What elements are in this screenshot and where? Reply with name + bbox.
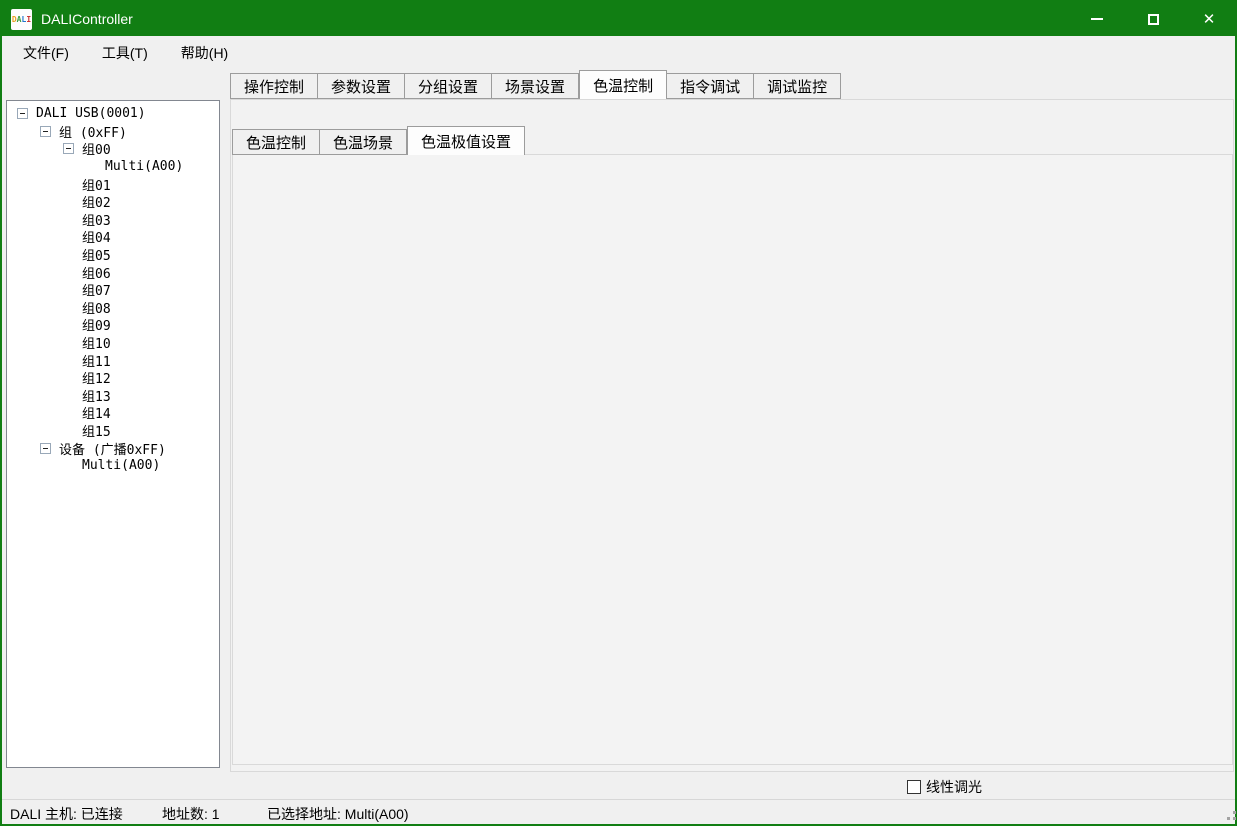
tab-参数设置[interactable]: 参数设置 bbox=[318, 73, 405, 99]
minimize-icon bbox=[1091, 18, 1103, 20]
linear-dimming-checkbox[interactable]: 线性调光 bbox=[907, 777, 982, 797]
tree-item-label: 组14 bbox=[82, 403, 111, 422]
status-bar: DALI 主机: 已连接 地址数: 1 已选择地址: Multi(A00) bbox=[2, 799, 1235, 824]
tree-item[interactable]: 组10 bbox=[7, 334, 219, 352]
device-tree-panel: DALI USB(0001)组 (0xFF)组00Multi(A00)组01组0… bbox=[6, 100, 220, 768]
tree-item[interactable]: 组09 bbox=[7, 316, 219, 334]
tab-色温控制[interactable]: 色温控制 bbox=[579, 70, 667, 99]
tree-item-label: 组08 bbox=[82, 298, 111, 317]
tree-item[interactable]: 组07 bbox=[7, 281, 219, 299]
status-text: 已选择地址: Multi(A00) bbox=[267, 804, 409, 824]
app-logo-icon: DALI bbox=[11, 9, 32, 30]
tree-item[interactable]: 组11 bbox=[7, 351, 219, 369]
tree-item[interactable]: 组04 bbox=[7, 228, 219, 246]
maximize-button[interactable] bbox=[1125, 0, 1181, 38]
tree-item-label: 组00 bbox=[82, 139, 111, 158]
tree-item-label: 设备 (广播0xFF) bbox=[59, 439, 166, 458]
subtab-色温控制[interactable]: 色温控制 bbox=[232, 129, 320, 155]
tab-场景设置[interactable]: 场景设置 bbox=[492, 73, 579, 99]
tab-调试监控[interactable]: 调试监控 bbox=[754, 73, 841, 99]
tree-item[interactable]: 组08 bbox=[7, 299, 219, 317]
tree-item-label: DALI USB(0001) bbox=[36, 106, 146, 121]
checkbox-label: 线性调光 bbox=[926, 777, 982, 797]
subtab-色温场景[interactable]: 色温场景 bbox=[320, 129, 407, 155]
title-bar: DALI DALIController ✕ bbox=[0, 0, 1237, 38]
app-window: DALI DALIController ✕ 文件(F) 工具(T) 帮助(H) DA… bbox=[0, 0, 1237, 826]
tree-item-label: 组09 bbox=[82, 315, 111, 334]
menu-item-帮助(H)[interactable]: 帮助(H) bbox=[169, 37, 240, 69]
collapse-expander-icon[interactable] bbox=[17, 108, 28, 119]
tree-item-label: 组11 bbox=[82, 351, 111, 370]
menu-bar: 文件(F) 工具(T) 帮助(H) bbox=[2, 36, 1235, 70]
resize-grip-icon[interactable] bbox=[1227, 817, 1230, 820]
window-controls: ✕ bbox=[1069, 0, 1237, 38]
menu-item-文件(F)[interactable]: 文件(F) bbox=[11, 37, 81, 69]
tree-item[interactable]: 组14 bbox=[7, 404, 219, 422]
menu-item-工具(T)[interactable]: 工具(T) bbox=[90, 37, 160, 69]
logo-letter: I bbox=[26, 15, 31, 24]
tree-item[interactable]: Multi(A00) bbox=[7, 158, 219, 176]
tree-item[interactable]: 组03 bbox=[7, 211, 219, 229]
tree-item[interactable]: 组 (0xFF) bbox=[7, 123, 219, 141]
minimize-button[interactable] bbox=[1069, 0, 1125, 38]
status-text: DALI 主机: 已连接 bbox=[10, 804, 123, 824]
tree-item-label: Multi(A00) bbox=[105, 159, 183, 174]
tree-view: DALI USB(0001)组 (0xFF)组00Multi(A00)组01组0… bbox=[7, 105, 219, 474]
tree-item[interactable]: 组13 bbox=[7, 387, 219, 405]
tab-指令调试[interactable]: 指令调试 bbox=[667, 73, 754, 99]
tree-item-label: 组06 bbox=[82, 263, 111, 282]
tree-item[interactable]: 组01 bbox=[7, 175, 219, 193]
maximize-icon bbox=[1148, 14, 1159, 25]
checkbox-icon bbox=[907, 780, 921, 794]
tree-item-label: 组03 bbox=[82, 210, 111, 229]
tree-item-label: 组 (0xFF) bbox=[59, 122, 127, 141]
collapse-expander-icon[interactable] bbox=[40, 443, 51, 454]
tree-item-label: 组04 bbox=[82, 227, 111, 246]
tab-分组设置[interactable]: 分组设置 bbox=[405, 73, 492, 99]
tree-item-label: 组02 bbox=[82, 192, 111, 211]
tree-item[interactable]: 组05 bbox=[7, 246, 219, 264]
tree-item-label: Multi(A00) bbox=[82, 458, 160, 473]
tree-item-label: 组12 bbox=[82, 368, 111, 387]
tree-item[interactable]: 组06 bbox=[7, 263, 219, 281]
sub-tab-page bbox=[232, 154, 1233, 765]
collapse-expander-icon[interactable] bbox=[63, 143, 74, 154]
close-button[interactable]: ✕ bbox=[1181, 0, 1237, 38]
tree-item-label: 组15 bbox=[82, 421, 111, 440]
tree-item-label: 组07 bbox=[82, 280, 111, 299]
tree-item-label: 组05 bbox=[82, 245, 111, 264]
tree-item[interactable]: 组12 bbox=[7, 369, 219, 387]
window-title: DALIController bbox=[41, 11, 133, 27]
bottom-strip: 线性调光 bbox=[2, 772, 1235, 801]
tab-操作控制[interactable]: 操作控制 bbox=[230, 73, 318, 99]
subtab-色温极值设置[interactable]: 色温极值设置 bbox=[407, 126, 525, 155]
tree-item-label: 组10 bbox=[82, 333, 111, 352]
tree-item[interactable]: 组00 bbox=[7, 140, 219, 158]
tree-item[interactable]: 设备 (广播0xFF) bbox=[7, 439, 219, 457]
status-text: 地址数: 1 bbox=[162, 804, 220, 824]
tree-item-label: 组13 bbox=[82, 386, 111, 405]
main-tab-strip: 操作控制参数设置分组设置场景设置色温控制指令调试调试监控 bbox=[230, 73, 841, 99]
collapse-expander-icon[interactable] bbox=[40, 126, 51, 137]
tree-item[interactable]: DALI USB(0001) bbox=[7, 105, 219, 123]
tree-item[interactable]: 组02 bbox=[7, 193, 219, 211]
sub-tab-strip: 色温控制色温场景色温极值设置 bbox=[232, 129, 525, 155]
close-icon: ✕ bbox=[1203, 12, 1216, 27]
tree-item[interactable]: Multi(A00) bbox=[7, 457, 219, 475]
tree-item-label: 组01 bbox=[82, 175, 111, 194]
tree-item[interactable]: 组15 bbox=[7, 422, 219, 440]
